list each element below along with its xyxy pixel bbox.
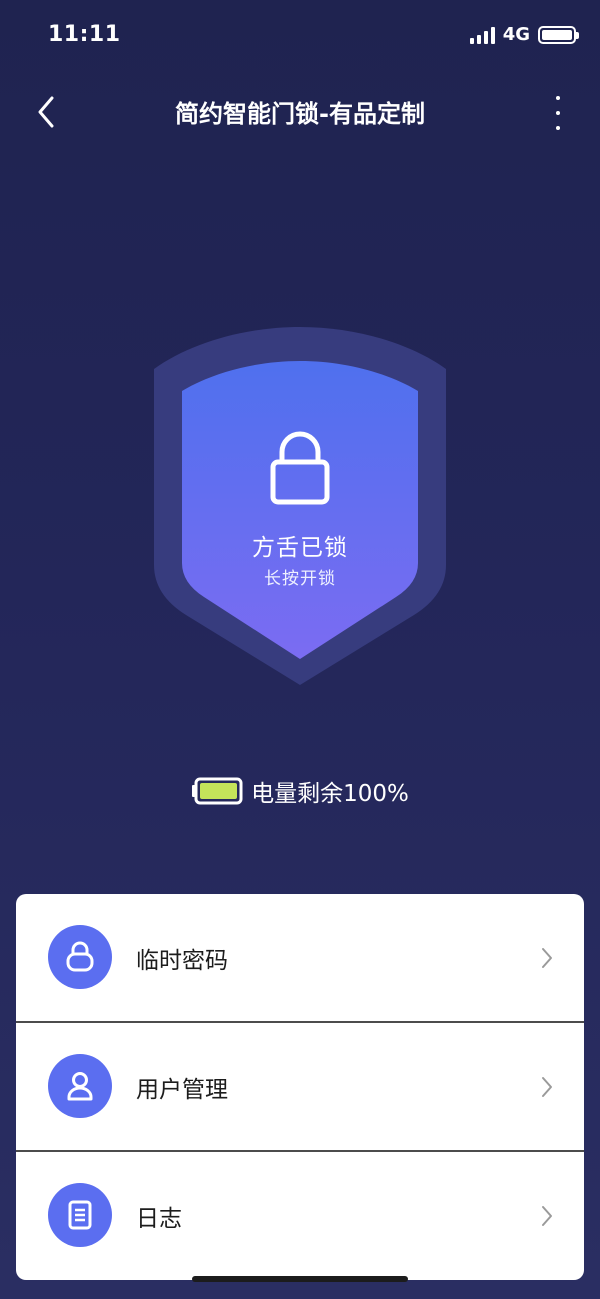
battery-level: 电量剩余100% bbox=[0, 774, 600, 808]
menu-item-label: 日志 bbox=[136, 1206, 182, 1232]
lock-shield-button[interactable] bbox=[150, 325, 450, 687]
chevron-right-icon bbox=[542, 1077, 552, 1097]
back-button[interactable] bbox=[30, 92, 66, 132]
chevron-right-icon bbox=[542, 948, 552, 968]
user-icon bbox=[48, 1054, 112, 1118]
log-document-icon bbox=[48, 1183, 112, 1247]
chevron-right-icon bbox=[542, 1206, 552, 1226]
lock-status-text: 方舌已锁 bbox=[252, 535, 348, 561]
signal-icon bbox=[469, 26, 495, 44]
chevron-left-icon bbox=[38, 96, 54, 128]
padlock-icon bbox=[270, 431, 330, 505]
lock-icon bbox=[48, 925, 112, 989]
battery-status-icon bbox=[538, 25, 579, 44]
battery-level-text: 电量剩余100% bbox=[251, 781, 409, 807]
status-indicators: 4G bbox=[469, 24, 579, 45]
page-title: 简约智能门锁-有品定制 bbox=[175, 100, 425, 128]
status-time: 11:11 bbox=[48, 22, 121, 47]
menu-item-label: 临时密码 bbox=[136, 948, 228, 974]
menu-card: 临时密码 用户管理 日志 bbox=[16, 894, 584, 1280]
menu-item-label: 用户管理 bbox=[136, 1077, 228, 1103]
menu-item-temporary-password[interactable]: 临时密码 bbox=[16, 894, 584, 1022]
unlock-hint-text: 长按开锁 bbox=[264, 569, 336, 589]
home-indicator[interactable] bbox=[192, 1276, 408, 1282]
network-type: 4G bbox=[502, 24, 530, 45]
more-vertical-icon bbox=[556, 96, 560, 100]
shield-icon bbox=[154, 327, 446, 685]
menu-item-user-management[interactable]: 用户管理 bbox=[16, 1023, 584, 1151]
more-button[interactable] bbox=[548, 96, 568, 130]
status-bar: 11:11 4G bbox=[0, 0, 600, 70]
battery-icon bbox=[192, 777, 243, 805]
menu-item-log[interactable]: 日志 bbox=[16, 1152, 584, 1280]
